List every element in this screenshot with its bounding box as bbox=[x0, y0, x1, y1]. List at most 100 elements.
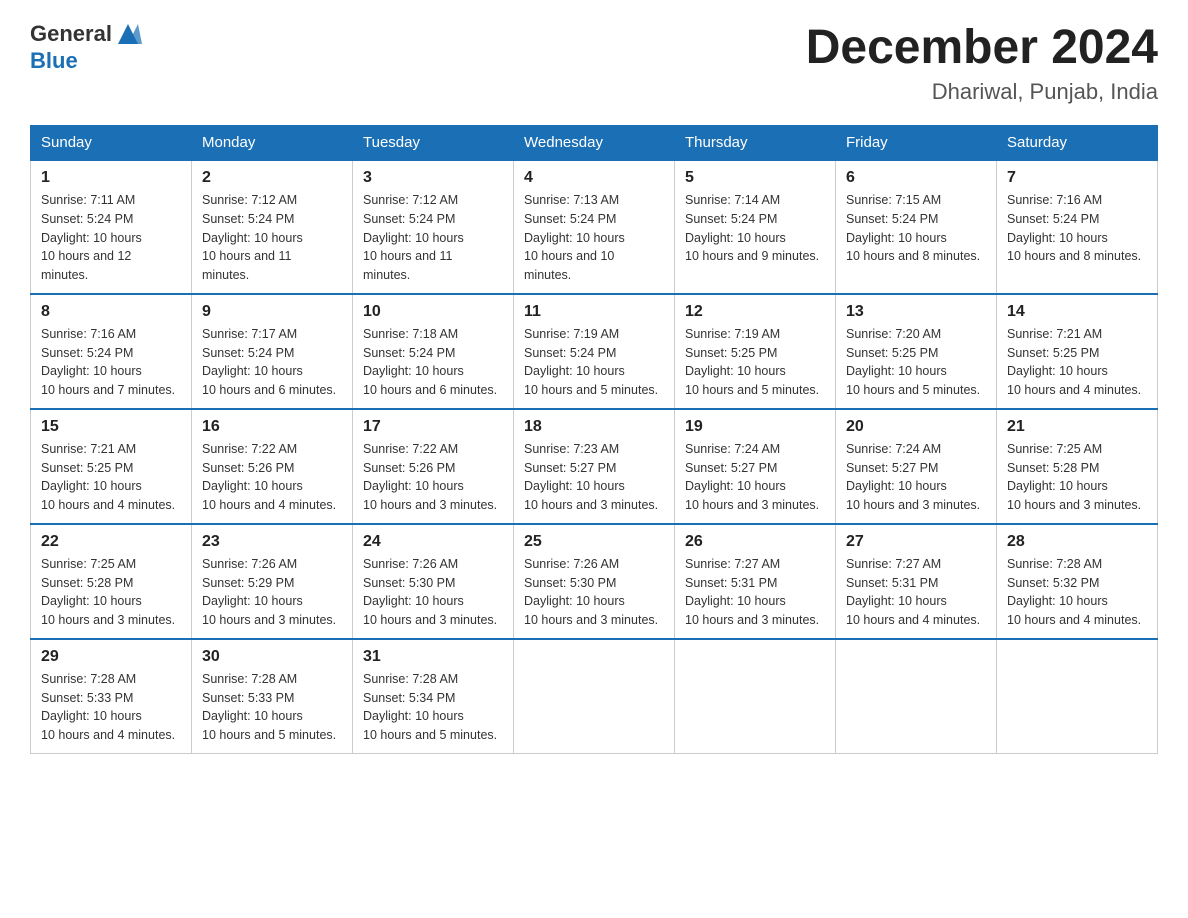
day-info: Sunrise: 7:23 AMSunset: 5:27 PMDaylight:… bbox=[524, 442, 658, 512]
calendar-day-cell: 13 Sunrise: 7:20 AMSunset: 5:25 PMDaylig… bbox=[836, 294, 997, 409]
calendar-table: SundayMondayTuesdayWednesdayThursdayFrid… bbox=[30, 125, 1158, 754]
calendar-day-cell: 31 Sunrise: 7:28 AMSunset: 5:34 PMDaylig… bbox=[353, 639, 514, 754]
month-title: December 2024 bbox=[806, 20, 1158, 75]
day-info: Sunrise: 7:26 AMSunset: 5:30 PMDaylight:… bbox=[363, 557, 497, 627]
location-title: Dhariwal, Punjab, India bbox=[806, 79, 1158, 105]
day-info: Sunrise: 7:16 AMSunset: 5:24 PMDaylight:… bbox=[41, 327, 175, 397]
day-number: 12 bbox=[685, 303, 825, 321]
day-info: Sunrise: 7:14 AMSunset: 5:24 PMDaylight:… bbox=[685, 193, 819, 263]
day-number: 15 bbox=[41, 418, 181, 436]
day-info: Sunrise: 7:24 AMSunset: 5:27 PMDaylight:… bbox=[846, 442, 980, 512]
calendar-week-row: 22 Sunrise: 7:25 AMSunset: 5:28 PMDaylig… bbox=[31, 524, 1158, 639]
empty-cell bbox=[675, 639, 836, 754]
day-info: Sunrise: 7:12 AMSunset: 5:24 PMDaylight:… bbox=[363, 193, 464, 282]
page-header: General Blue December 2024 Dhariwal, Pun… bbox=[30, 20, 1158, 105]
logo-icon bbox=[114, 20, 142, 48]
calendar-day-cell: 30 Sunrise: 7:28 AMSunset: 5:33 PMDaylig… bbox=[192, 639, 353, 754]
calendar-day-cell: 26 Sunrise: 7:27 AMSunset: 5:31 PMDaylig… bbox=[675, 524, 836, 639]
day-number: 25 bbox=[524, 533, 664, 551]
day-info: Sunrise: 7:13 AMSunset: 5:24 PMDaylight:… bbox=[524, 193, 625, 282]
day-number: 21 bbox=[1007, 418, 1147, 436]
weekday-header-friday: Friday bbox=[836, 126, 997, 161]
day-info: Sunrise: 7:22 AMSunset: 5:26 PMDaylight:… bbox=[363, 442, 497, 512]
calendar-day-cell: 19 Sunrise: 7:24 AMSunset: 5:27 PMDaylig… bbox=[675, 409, 836, 524]
day-info: Sunrise: 7:25 AMSunset: 5:28 PMDaylight:… bbox=[41, 557, 175, 627]
calendar-day-cell: 1 Sunrise: 7:11 AMSunset: 5:24 PMDayligh… bbox=[31, 160, 192, 294]
empty-cell bbox=[997, 639, 1158, 754]
day-number: 26 bbox=[685, 533, 825, 551]
calendar-week-row: 1 Sunrise: 7:11 AMSunset: 5:24 PMDayligh… bbox=[31, 160, 1158, 294]
calendar-day-cell: 3 Sunrise: 7:12 AMSunset: 5:24 PMDayligh… bbox=[353, 160, 514, 294]
calendar-day-cell: 8 Sunrise: 7:16 AMSunset: 5:24 PMDayligh… bbox=[31, 294, 192, 409]
logo-general: General bbox=[30, 21, 112, 47]
weekday-header-sunday: Sunday bbox=[31, 126, 192, 161]
day-info: Sunrise: 7:19 AMSunset: 5:24 PMDaylight:… bbox=[524, 327, 658, 397]
calendar-day-cell: 17 Sunrise: 7:22 AMSunset: 5:26 PMDaylig… bbox=[353, 409, 514, 524]
day-number: 3 bbox=[363, 169, 503, 187]
weekday-header-monday: Monday bbox=[192, 126, 353, 161]
day-number: 23 bbox=[202, 533, 342, 551]
day-number: 29 bbox=[41, 648, 181, 666]
day-info: Sunrise: 7:12 AMSunset: 5:24 PMDaylight:… bbox=[202, 193, 303, 282]
day-info: Sunrise: 7:18 AMSunset: 5:24 PMDaylight:… bbox=[363, 327, 497, 397]
calendar-day-cell: 2 Sunrise: 7:12 AMSunset: 5:24 PMDayligh… bbox=[192, 160, 353, 294]
day-number: 5 bbox=[685, 169, 825, 187]
day-info: Sunrise: 7:11 AMSunset: 5:24 PMDaylight:… bbox=[41, 193, 142, 282]
day-info: Sunrise: 7:21 AMSunset: 5:25 PMDaylight:… bbox=[41, 442, 175, 512]
weekday-header-saturday: Saturday bbox=[997, 126, 1158, 161]
calendar-day-cell: 15 Sunrise: 7:21 AMSunset: 5:25 PMDaylig… bbox=[31, 409, 192, 524]
day-info: Sunrise: 7:16 AMSunset: 5:24 PMDaylight:… bbox=[1007, 193, 1141, 263]
calendar-day-cell: 21 Sunrise: 7:25 AMSunset: 5:28 PMDaylig… bbox=[997, 409, 1158, 524]
day-info: Sunrise: 7:28 AMSunset: 5:33 PMDaylight:… bbox=[202, 672, 336, 742]
weekday-header-thursday: Thursday bbox=[675, 126, 836, 161]
title-block: December 2024 Dhariwal, Punjab, India bbox=[806, 20, 1158, 105]
day-number: 11 bbox=[524, 303, 664, 321]
calendar-day-cell: 24 Sunrise: 7:26 AMSunset: 5:30 PMDaylig… bbox=[353, 524, 514, 639]
day-number: 9 bbox=[202, 303, 342, 321]
calendar-day-cell: 7 Sunrise: 7:16 AMSunset: 5:24 PMDayligh… bbox=[997, 160, 1158, 294]
day-info: Sunrise: 7:27 AMSunset: 5:31 PMDaylight:… bbox=[685, 557, 819, 627]
calendar-day-cell: 4 Sunrise: 7:13 AMSunset: 5:24 PMDayligh… bbox=[514, 160, 675, 294]
day-number: 18 bbox=[524, 418, 664, 436]
weekday-header-row: SundayMondayTuesdayWednesdayThursdayFrid… bbox=[31, 126, 1158, 161]
day-number: 2 bbox=[202, 169, 342, 187]
day-number: 1 bbox=[41, 169, 181, 187]
day-info: Sunrise: 7:20 AMSunset: 5:25 PMDaylight:… bbox=[846, 327, 980, 397]
empty-cell bbox=[836, 639, 997, 754]
day-number: 22 bbox=[41, 533, 181, 551]
day-info: Sunrise: 7:15 AMSunset: 5:24 PMDaylight:… bbox=[846, 193, 980, 263]
day-number: 30 bbox=[202, 648, 342, 666]
calendar-day-cell: 22 Sunrise: 7:25 AMSunset: 5:28 PMDaylig… bbox=[31, 524, 192, 639]
day-number: 19 bbox=[685, 418, 825, 436]
calendar-day-cell: 27 Sunrise: 7:27 AMSunset: 5:31 PMDaylig… bbox=[836, 524, 997, 639]
day-number: 6 bbox=[846, 169, 986, 187]
day-info: Sunrise: 7:22 AMSunset: 5:26 PMDaylight:… bbox=[202, 442, 336, 512]
calendar-day-cell: 23 Sunrise: 7:26 AMSunset: 5:29 PMDaylig… bbox=[192, 524, 353, 639]
logo-blue: Blue bbox=[30, 48, 78, 74]
calendar-day-cell: 6 Sunrise: 7:15 AMSunset: 5:24 PMDayligh… bbox=[836, 160, 997, 294]
calendar-week-row: 15 Sunrise: 7:21 AMSunset: 5:25 PMDaylig… bbox=[31, 409, 1158, 524]
calendar-week-row: 29 Sunrise: 7:28 AMSunset: 5:33 PMDaylig… bbox=[31, 639, 1158, 754]
day-number: 4 bbox=[524, 169, 664, 187]
day-info: Sunrise: 7:17 AMSunset: 5:24 PMDaylight:… bbox=[202, 327, 336, 397]
day-number: 8 bbox=[41, 303, 181, 321]
weekday-header-tuesday: Tuesday bbox=[353, 126, 514, 161]
day-info: Sunrise: 7:19 AMSunset: 5:25 PMDaylight:… bbox=[685, 327, 819, 397]
calendar-week-row: 8 Sunrise: 7:16 AMSunset: 5:24 PMDayligh… bbox=[31, 294, 1158, 409]
day-number: 24 bbox=[363, 533, 503, 551]
calendar-day-cell: 25 Sunrise: 7:26 AMSunset: 5:30 PMDaylig… bbox=[514, 524, 675, 639]
calendar-day-cell: 5 Sunrise: 7:14 AMSunset: 5:24 PMDayligh… bbox=[675, 160, 836, 294]
calendar-day-cell: 18 Sunrise: 7:23 AMSunset: 5:27 PMDaylig… bbox=[514, 409, 675, 524]
calendar-day-cell: 28 Sunrise: 7:28 AMSunset: 5:32 PMDaylig… bbox=[997, 524, 1158, 639]
day-number: 17 bbox=[363, 418, 503, 436]
day-number: 31 bbox=[363, 648, 503, 666]
calendar-day-cell: 20 Sunrise: 7:24 AMSunset: 5:27 PMDaylig… bbox=[836, 409, 997, 524]
day-info: Sunrise: 7:27 AMSunset: 5:31 PMDaylight:… bbox=[846, 557, 980, 627]
day-number: 7 bbox=[1007, 169, 1147, 187]
day-number: 10 bbox=[363, 303, 503, 321]
day-number: 16 bbox=[202, 418, 342, 436]
day-number: 13 bbox=[846, 303, 986, 321]
calendar-day-cell: 10 Sunrise: 7:18 AMSunset: 5:24 PMDaylig… bbox=[353, 294, 514, 409]
day-number: 27 bbox=[846, 533, 986, 551]
logo: General Blue bbox=[30, 20, 142, 74]
